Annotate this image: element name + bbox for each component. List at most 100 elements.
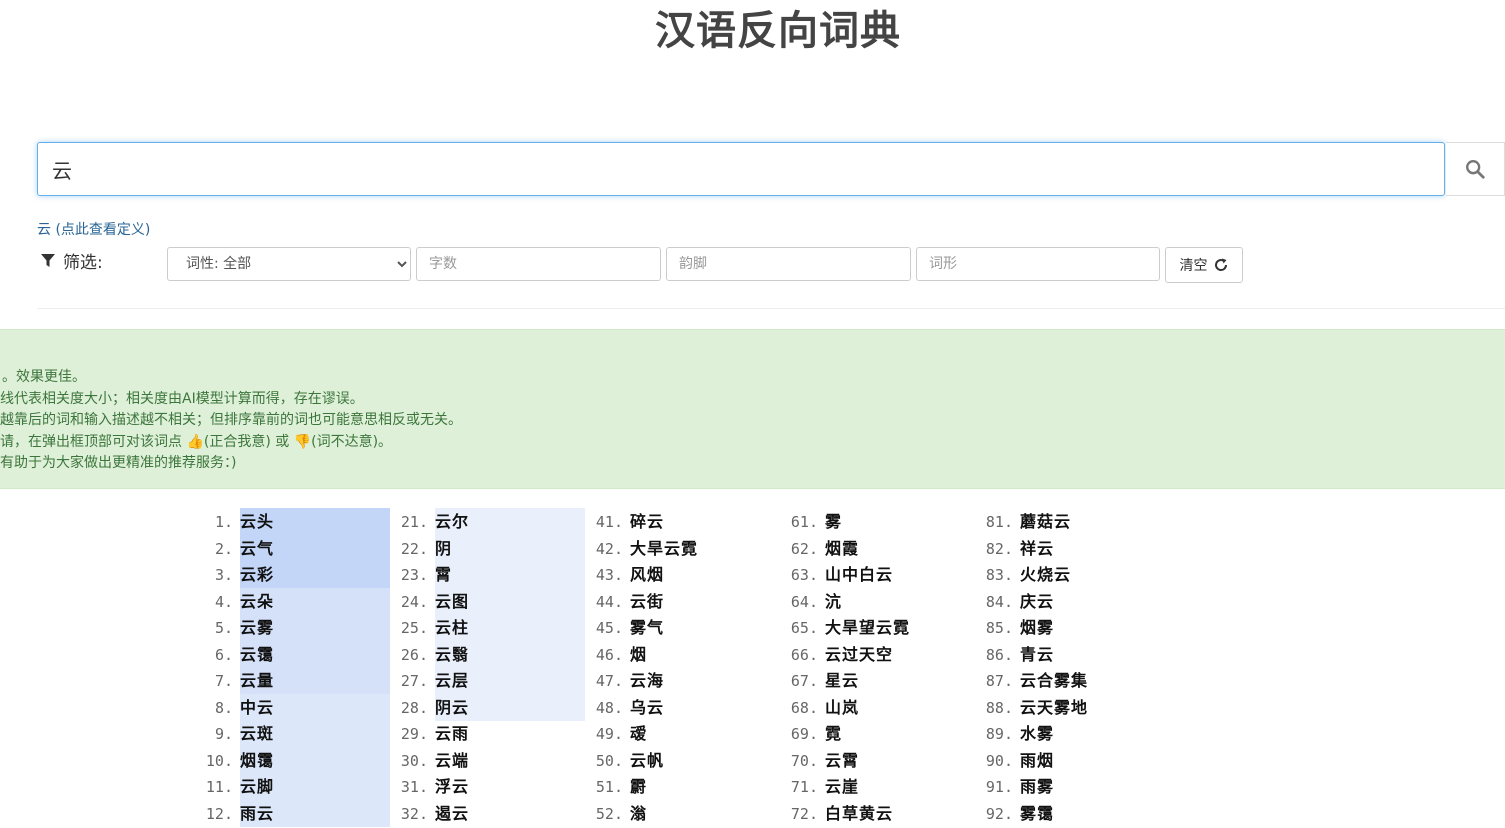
result-word[interactable]: 雨雾 [1020,773,1054,800]
result-word[interactable]: 云雾 [240,614,274,641]
result-item[interactable]: 50. 云帆 [590,747,785,774]
result-item[interactable]: 26. 云翳 [395,640,590,668]
result-item[interactable]: 88. 云天雾地 [980,694,1175,721]
result-item[interactable]: 64. 沆 [785,588,980,615]
result-word[interactable]: 浮云 [435,773,469,800]
result-item[interactable]: 65. 大旱望云霓 [785,614,980,641]
result-word[interactable]: 火烧云 [1020,561,1071,588]
result-word[interactable]: 祥云 [1020,535,1054,562]
result-item[interactable]: 72. 白草黄云 [785,800,980,827]
char-count-input[interactable] [416,247,661,281]
search-button[interactable] [1446,142,1505,196]
result-item[interactable]: 49. 叆 [590,720,785,747]
result-word[interactable]: 青云 [1020,641,1054,668]
result-item[interactable]: 2. 云气 [200,534,395,562]
result-item[interactable]: 6. 云霭 [200,640,395,668]
definition-link[interactable]: 云 (点此查看定义) [37,219,150,239]
result-word[interactable]: 云崖 [825,773,859,800]
result-word[interactable]: 雾气 [630,614,664,641]
result-item[interactable]: 83. 火烧云 [980,561,1175,588]
result-word[interactable]: 云气 [240,535,274,562]
result-item[interactable]: 7. 云量 [200,667,395,694]
result-word[interactable]: 山岚 [825,694,859,721]
result-item[interactable]: 28. 阴云 [395,693,590,721]
result-word[interactable]: 乌云 [630,694,664,721]
result-item[interactable]: 68. 山岚 [785,694,980,721]
result-word[interactable]: 云海 [630,667,664,694]
result-word[interactable]: 烟雾 [1020,614,1054,641]
result-word[interactable]: 云合雾集 [1020,667,1088,694]
result-word[interactable]: 风烟 [630,561,664,588]
result-word[interactable]: 雾 [825,508,842,535]
result-item[interactable]: 12. 雨云 [200,799,395,827]
result-item[interactable]: 84. 庆云 [980,588,1175,615]
result-word[interactable]: 雨云 [240,800,274,827]
result-word[interactable]: 云帆 [630,747,664,774]
result-item[interactable]: 69. 霓 [785,720,980,747]
result-item[interactable]: 42. 大旱云霓 [590,535,785,562]
result-item[interactable]: 44. 云街 [590,588,785,615]
result-item[interactable]: 31. 浮云 [395,773,590,800]
result-word[interactable]: 云尔 [435,508,469,535]
result-word[interactable]: 雾霭 [1020,800,1054,827]
result-word[interactable]: 云图 [435,588,469,615]
result-item[interactable]: 82. 祥云 [980,535,1175,562]
result-word[interactable]: 阴云 [435,694,469,721]
result-item[interactable]: 9. 云斑 [200,720,395,747]
result-item[interactable]: 89. 水雾 [980,720,1175,747]
result-word[interactable]: 云霭 [240,641,274,668]
result-item[interactable]: 3. 云彩 [200,561,395,588]
result-word[interactable]: 烟霞 [825,535,859,562]
result-word[interactable]: 白草黄云 [825,800,893,827]
result-item[interactable]: 70. 云霄 [785,747,980,774]
result-word[interactable]: 星云 [825,667,859,694]
result-word[interactable]: 滃 [630,800,647,827]
result-word[interactable]: 霓 [825,720,842,747]
result-word[interactable]: 云头 [240,508,274,535]
result-item[interactable]: 25. 云柱 [395,614,590,641]
result-item[interactable]: 43. 风烟 [590,561,785,588]
result-word[interactable]: 雨烟 [1020,747,1054,774]
result-word[interactable]: 云柱 [435,614,469,641]
result-word[interactable]: 云彩 [240,561,274,588]
result-item[interactable]: 51. 霨 [590,773,785,800]
result-item[interactable]: 11. 云脚 [200,773,395,800]
result-item[interactable]: 29. 云雨 [395,720,590,747]
result-word[interactable]: 云雨 [435,720,469,747]
result-item[interactable]: 66. 云过天空 [785,641,980,668]
result-item[interactable]: 67. 星云 [785,667,980,694]
result-word[interactable]: 云天雾地 [1020,694,1088,721]
result-word[interactable]: 烟 [630,641,647,668]
result-item[interactable]: 32. 遏云 [395,800,590,827]
result-item[interactable]: 92. 雾霭 [980,800,1175,827]
result-word[interactable]: 沆 [825,588,842,615]
result-word[interactable]: 云端 [435,747,469,774]
result-word[interactable]: 云过天空 [825,641,893,668]
result-word[interactable]: 云脚 [240,773,274,800]
pos-select[interactable]: 词性: 全部 [167,247,411,281]
result-word[interactable]: 云量 [240,667,274,694]
result-item[interactable]: 30. 云端 [395,747,590,774]
result-item[interactable]: 27. 云层 [395,667,590,694]
result-word[interactable]: 阴 [435,535,452,562]
result-item[interactable]: 4. 云朵 [200,587,395,615]
result-word[interactable]: 云层 [435,667,469,694]
result-word[interactable]: 水雾 [1020,720,1054,747]
result-word[interactable]: 云翳 [435,641,469,668]
result-word[interactable]: 云斑 [240,720,274,747]
result-item[interactable]: 5. 云雾 [200,614,395,641]
result-word[interactable]: 大旱望云霓 [825,614,910,641]
result-item[interactable]: 87. 云合雾集 [980,667,1175,694]
result-word[interactable]: 山中白云 [825,561,893,588]
result-word[interactable]: 庆云 [1020,588,1054,615]
result-item[interactable]: 47. 云海 [590,667,785,694]
result-item[interactable]: 45. 雾气 [590,614,785,641]
result-item[interactable]: 52. 滃 [590,800,785,827]
result-item[interactable]: 91. 雨雾 [980,773,1175,800]
result-item[interactable]: 63. 山中白云 [785,561,980,588]
search-input[interactable] [37,142,1445,196]
result-item[interactable]: 10. 烟霭 [200,746,395,774]
result-item[interactable]: 8. 中云 [200,693,395,721]
result-item[interactable]: 46. 烟 [590,641,785,668]
result-word[interactable]: 遏云 [435,800,469,827]
